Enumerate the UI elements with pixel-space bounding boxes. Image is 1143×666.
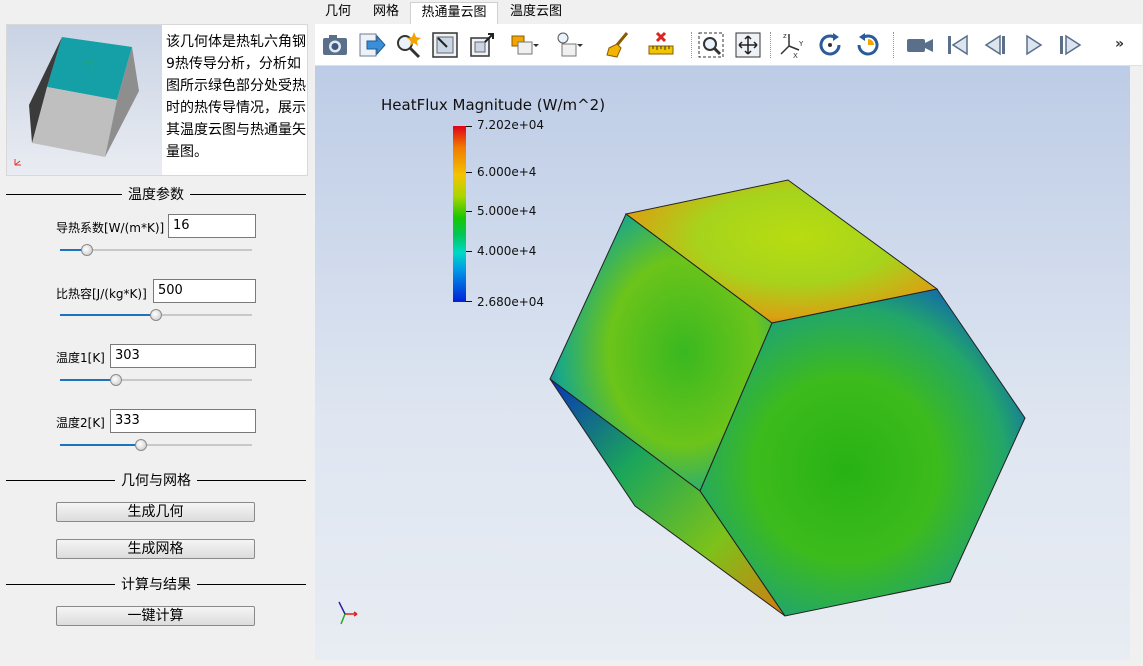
section-geometry-label: 几何与网格	[115, 473, 197, 489]
axes-icon[interactable]: z YX	[777, 30, 807, 60]
magic-zoom-icon[interactable]	[393, 30, 423, 60]
legend-tick	[466, 301, 472, 302]
param-heatcap-slider[interactable]	[60, 308, 252, 322]
export-icon[interactable]	[357, 30, 387, 60]
legend-colorbar	[453, 126, 466, 302]
section-temperature-label: 温度参数	[122, 187, 190, 203]
next-frame-icon[interactable]	[1055, 30, 1085, 60]
section-temperature: 温度参数	[6, 186, 306, 203]
legend-tick	[466, 172, 472, 173]
section-compute: 计算与结果	[6, 576, 306, 593]
legend-tick	[466, 126, 472, 127]
legend-tick	[466, 211, 472, 212]
svg-text:X: X	[793, 52, 798, 60]
param-conductivity-label: 导热系数[W/(m*K)]	[56, 221, 165, 235]
preview-description: 该几何体是热轧六角钢9热传导分析，分析如图所示绿色部分处受热时的热传导情况，展示…	[166, 34, 306, 160]
hex-prism-preview	[14, 37, 139, 166]
section-compute-label: 计算与结果	[115, 577, 197, 593]
slider-thumb[interactable]	[109, 374, 122, 386]
display-mode-icon[interactable]	[509, 30, 539, 60]
param-heatcap-label: 比热容[J/(kg*K)]	[56, 287, 147, 301]
view-tabs: 几何 网格 热通量云图 温度云图	[314, 0, 1143, 24]
param-temp1-input[interactable]: 303	[110, 344, 256, 368]
param-temp2-slider[interactable]	[60, 438, 252, 452]
camera-icon[interactable]	[320, 30, 350, 60]
legend-title: HeatFlux Magnitude (W/m^2)	[381, 96, 606, 114]
param-conductivity-slider[interactable]	[60, 243, 252, 257]
legend-label: 5.000e+4	[477, 204, 537, 218]
fit-view-icon[interactable]	[430, 30, 460, 60]
generate-geometry-button[interactable]: 生成几何	[56, 502, 255, 522]
zoom-region-icon[interactable]	[696, 30, 726, 60]
svg-text:z: z	[783, 32, 787, 40]
param-temp1-slider[interactable]	[60, 373, 252, 387]
legend-label-max: 7.202e+04	[477, 118, 545, 132]
param-temp2-input[interactable]: 333	[110, 409, 256, 433]
preview-card: 该几何体是热轧六角钢9热传导分析，分析如图所示绿色部分处受热时的热传导情况，展示…	[6, 24, 308, 176]
slider-thumb[interactable]	[134, 439, 147, 451]
rotate-ccw-icon[interactable]	[853, 30, 883, 60]
preview-image	[7, 25, 162, 175]
play-icon[interactable]	[1019, 30, 1049, 60]
slider-thumb[interactable]	[80, 244, 93, 256]
zoom-box-icon[interactable]	[467, 30, 497, 60]
compute-button[interactable]: 一键计算	[56, 606, 255, 626]
legend-label: 6.000e+4	[477, 165, 537, 179]
toolbar-overflow-button[interactable]: »	[1115, 36, 1124, 52]
section-geometry: 几何与网格	[6, 472, 306, 489]
legend-tick	[466, 251, 472, 252]
measure-icon[interactable]	[647, 30, 677, 60]
toolbar-separator	[770, 32, 771, 58]
generate-mesh-button[interactable]: 生成网格	[56, 539, 255, 559]
tab-geometry[interactable]: 几何	[316, 2, 360, 24]
viewer-toolbar: z YX »	[315, 24, 1142, 66]
legend-label: 4.000e+4	[477, 244, 537, 258]
heatflux-model[interactable]	[315, 66, 1130, 660]
tab-heatflux[interactable]: 热通量云图	[410, 2, 498, 24]
light-icon[interactable]	[553, 30, 583, 60]
clear-brush-icon[interactable]	[603, 30, 633, 60]
first-frame-icon[interactable]	[943, 30, 973, 60]
pan-icon[interactable]	[733, 30, 763, 60]
slider-thumb[interactable]	[150, 309, 162, 321]
3d-viewport[interactable]: HeatFlux Magnitude (W/m^2) 7.202e+04 6.0…	[315, 66, 1130, 660]
param-conductivity-input[interactable]: 16	[168, 214, 256, 238]
prev-frame-icon[interactable]	[981, 30, 1011, 60]
rotate-cw-icon[interactable]	[815, 30, 845, 60]
toolbar-separator	[893, 32, 894, 58]
orientation-axes-icon	[338, 601, 358, 625]
toolbar-separator	[691, 32, 692, 58]
param-heatcap-input[interactable]: 500	[153, 279, 256, 303]
param-temp1-label: 温度1[K]	[56, 351, 105, 365]
param-temp2-label: 温度2[K]	[56, 416, 105, 430]
legend-label-min: 2.680e+04	[477, 295, 545, 309]
tab-mesh[interactable]: 网格	[364, 2, 408, 24]
svg-text:Y: Y	[798, 40, 804, 48]
left-panel: 该几何体是热轧六角钢9热传导分析，分析如图所示绿色部分处受热时的热传导情况，展示…	[0, 0, 314, 666]
video-icon[interactable]	[905, 30, 935, 60]
tab-temperature[interactable]: 温度云图	[502, 2, 570, 24]
right-edge-strip	[1130, 66, 1143, 660]
